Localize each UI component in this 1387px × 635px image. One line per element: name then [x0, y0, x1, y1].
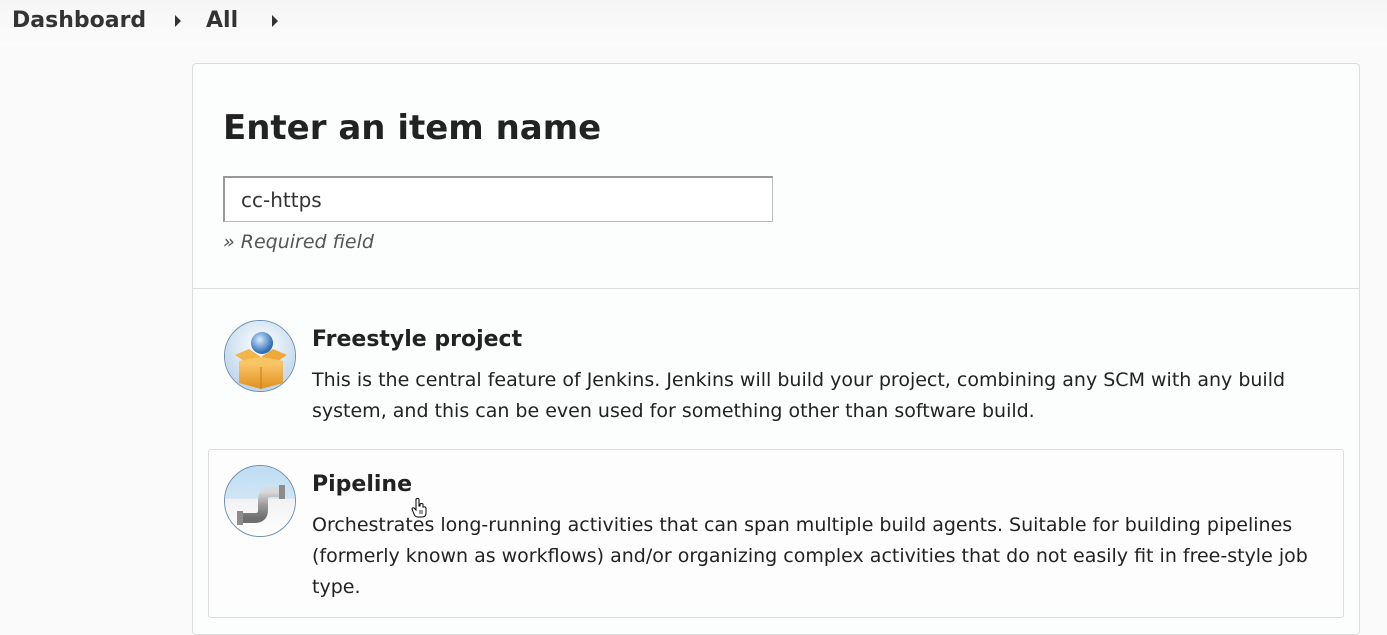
breadcrumb-caret-icon[interactable]: [272, 15, 278, 27]
new-item-panel: Enter an item name » Required field: [192, 63, 1360, 635]
breadcrumb-caret-icon[interactable]: [175, 15, 181, 27]
item-type-pipeline[interactable]: Pipeline Orchestrates long-running activ…: [208, 449, 1344, 618]
freestyle-project-box-icon: [224, 320, 296, 392]
breadcrumb-all-link[interactable]: All: [206, 8, 238, 33]
pipeline-pipe-icon: [224, 465, 296, 537]
item-type-freestyle-project[interactable]: Freestyle project This is the central fe…: [208, 304, 1344, 439]
required-field-note: » Required field: [223, 231, 374, 253]
breadcrumb-bar: Dashboard All: [0, 0, 1387, 46]
item-type-description: This is the central feature of Jenkins. …: [312, 369, 1286, 422]
item-type-title: Freestyle project: [312, 327, 523, 352]
item-type-description: Orchestrates long-running activities tha…: [312, 514, 1308, 598]
hand-pointer-cursor-icon: [411, 498, 427, 518]
page-title: Enter an item name: [223, 108, 602, 148]
item-name-input[interactable]: [223, 176, 773, 222]
breadcrumb-dashboard-link[interactable]: Dashboard: [12, 8, 146, 33]
item-name-section: Enter an item name » Required field: [193, 64, 1359, 289]
item-type-title: Pipeline: [312, 472, 412, 497]
